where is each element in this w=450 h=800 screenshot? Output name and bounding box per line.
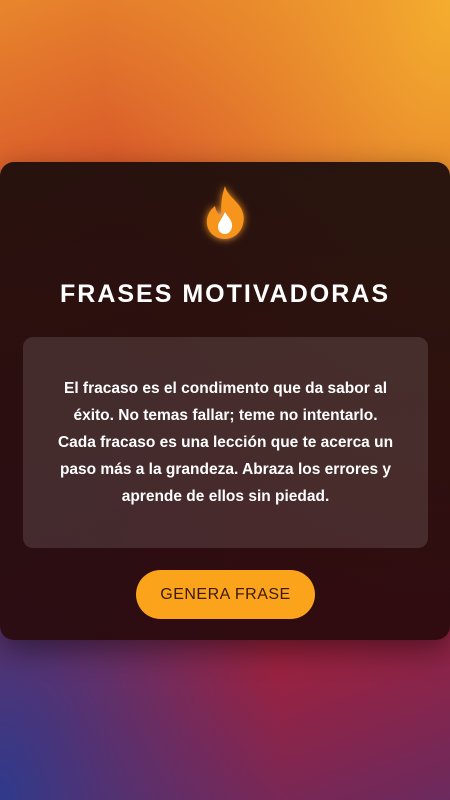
generate-quote-button[interactable]: GENERA FRASE — [136, 570, 315, 619]
quote-card: FRASES MOTIVADORAS El fracaso es el cond… — [0, 162, 450, 640]
quote-box: El fracaso es el condimento que da sabor… — [23, 337, 428, 548]
flame-icon — [202, 184, 248, 242]
quote-text: El fracaso es el condimento que da sabor… — [57, 380, 394, 505]
page-title: FRASES MOTIVADORAS — [60, 280, 390, 308]
